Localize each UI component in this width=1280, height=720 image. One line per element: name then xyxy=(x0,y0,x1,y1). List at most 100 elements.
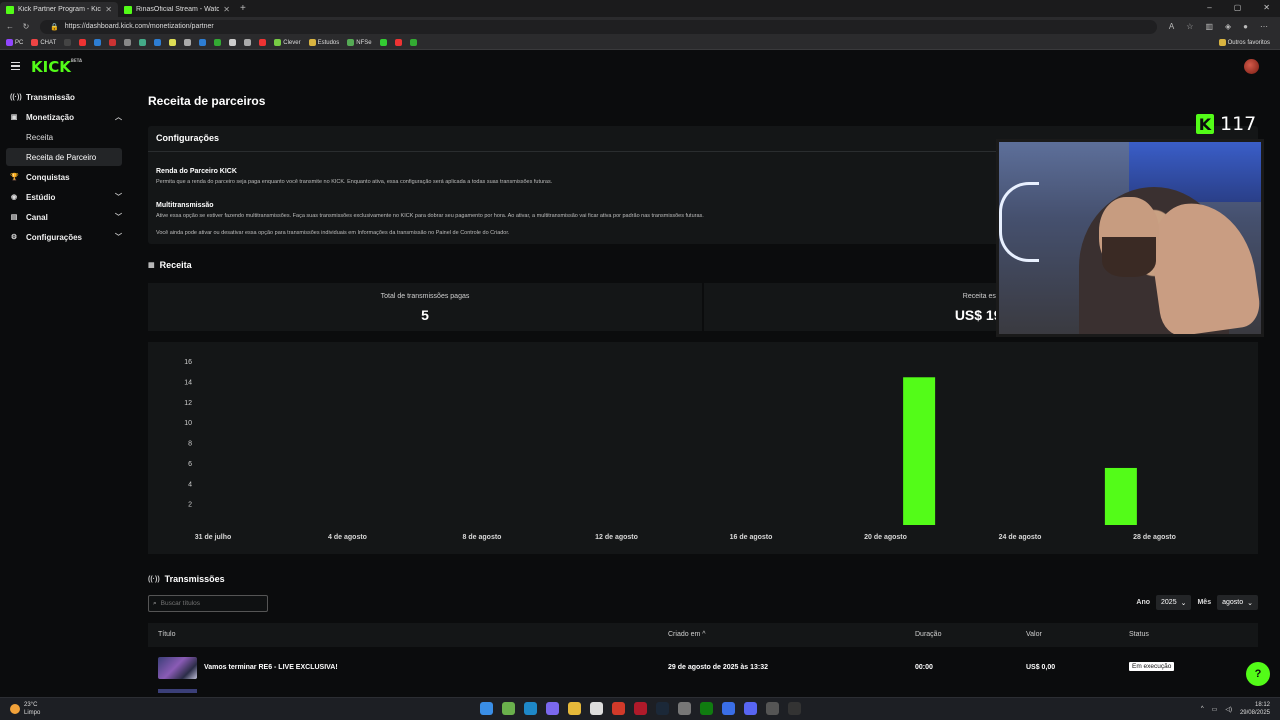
help-chat-button[interactable]: ? xyxy=(1246,662,1270,686)
bookmark-icon[interactable] xyxy=(109,39,117,46)
bookmark-icon[interactable] xyxy=(379,39,387,46)
bookmark-icon[interactable] xyxy=(124,39,132,46)
search-field[interactable] xyxy=(160,600,261,607)
bookmark-icon[interactable] xyxy=(154,39,162,46)
column-header-duration[interactable]: Duração xyxy=(915,631,941,638)
sidebar-item-label: Receita de Parceiro xyxy=(26,152,97,162)
bookmark-icon[interactable] xyxy=(214,39,222,46)
bookmark-icon[interactable] xyxy=(64,39,72,46)
x-tick-label: 20 de agosto xyxy=(864,534,907,541)
bookmark-icon[interactable] xyxy=(409,39,417,46)
bookmark-icon[interactable] xyxy=(139,39,147,46)
column-header-status[interactable]: Status xyxy=(1129,631,1149,638)
table-row[interactable]: Vamos terminar RE6 - LIVE EXCLUSIVA! 29 … xyxy=(148,652,1258,684)
bookmark-icon[interactable] xyxy=(199,39,207,46)
bookmark-item[interactable]: CHAT xyxy=(31,39,56,46)
year-select[interactable]: 2025 ⌄ xyxy=(1156,595,1192,610)
maximize-icon[interactable]: ▢ xyxy=(1234,3,1242,12)
viewer-count: 117 xyxy=(1220,113,1257,135)
chart-bar[interactable] xyxy=(1104,467,1137,525)
x-tick-label: 16 de agosto xyxy=(730,534,773,541)
steam-icon[interactable] xyxy=(656,702,669,715)
x-tick-label: 24 de agosto xyxy=(999,534,1042,541)
weather-condition: Limpo xyxy=(24,710,41,716)
clock[interactable]: 18:12 29/08/2025 xyxy=(1240,701,1270,717)
status-badge: Em execução xyxy=(1129,662,1175,671)
bookmark-icon[interactable] xyxy=(94,39,102,46)
volume-icon[interactable]: ◁) xyxy=(1225,706,1232,713)
sidebar-item-transmissao[interactable]: ((·)) Transmissão xyxy=(10,89,122,105)
hamburger-menu-icon[interactable] xyxy=(11,62,20,70)
sidebar-item-canal[interactable]: ▤ Canal ﹀ xyxy=(10,209,122,225)
read-aloud-icon[interactable]: A xyxy=(1169,22,1174,31)
bookmark-icon[interactable] xyxy=(259,39,267,46)
github-icon[interactable] xyxy=(678,702,691,715)
opera-icon[interactable] xyxy=(634,702,647,715)
close-tab-icon[interactable]: ✕ xyxy=(223,5,230,14)
bookmark-label: NFSe xyxy=(356,39,372,46)
widgets-icon[interactable] xyxy=(502,702,515,715)
favorite-star-icon[interactable]: ☆ xyxy=(1186,22,1193,31)
trophy-icon: 🏆 xyxy=(10,174,19,181)
sidebar-subitem-receita-de-parceiro[interactable]: Receita de Parceiro xyxy=(6,148,122,166)
column-header-title[interactable]: Título xyxy=(158,631,176,638)
sidebar-item-conquistas[interactable]: 🏆 Conquistas xyxy=(10,169,122,185)
bookmark-label: Outros favoritos xyxy=(1227,39,1270,46)
bookmark-item[interactable]: Clever xyxy=(274,39,301,46)
bookmark-icon[interactable] xyxy=(79,39,87,46)
app-icon[interactable] xyxy=(788,702,801,715)
bookmark-icon[interactable] xyxy=(244,39,252,46)
profile-icon[interactable]: ● xyxy=(1243,22,1248,31)
reload-icon[interactable]: ↻ xyxy=(20,22,32,31)
close-window-icon[interactable]: ✕ xyxy=(1263,3,1270,12)
kick-logo[interactable]: KICKBETA xyxy=(31,58,82,76)
app-icon[interactable] xyxy=(722,702,735,715)
extensions-icon[interactable]: ◈ xyxy=(1225,22,1231,31)
broadcast-icon: ((·)) xyxy=(10,93,22,101)
windows-start-icon[interactable] xyxy=(480,702,493,715)
address-bar-row: ← ↻ 🔒 https://dashboard.kick.com/monetiz… xyxy=(0,17,1280,36)
split-screen-icon[interactable]: ▥ xyxy=(1205,22,1213,31)
copilot-icon[interactable] xyxy=(546,702,559,715)
bookmark-item[interactable]: PC xyxy=(6,39,23,46)
bookmark-icon[interactable] xyxy=(169,39,177,46)
close-tab-icon[interactable]: ✕ xyxy=(105,5,112,14)
xbox-icon[interactable] xyxy=(700,702,713,715)
network-icon[interactable]: ▭ xyxy=(1212,706,1218,713)
column-header-value[interactable]: Valor xyxy=(1026,631,1042,638)
chevron-down-icon: ﹀ xyxy=(115,234,122,241)
sidebar-item-estudio[interactable]: ◉ Estúdio ﹀ xyxy=(10,189,122,205)
column-header-created[interactable]: Criado em ^ xyxy=(668,631,706,638)
edge-icon[interactable] xyxy=(524,702,537,715)
bookmark-icon[interactable] xyxy=(229,39,237,46)
bookmark-item[interactable]: Estudos xyxy=(308,39,339,46)
browser-tab[interactable]: RinasOficial Stream - Watch ✕ xyxy=(118,2,236,17)
chart-bar[interactable] xyxy=(903,377,936,525)
file-explorer-icon[interactable] xyxy=(568,702,581,715)
url-field[interactable]: 🔒 https://dashboard.kick.com/monetizatio… xyxy=(40,19,1157,34)
bookmark-icon[interactable] xyxy=(184,39,192,46)
bookmark-icon[interactable] xyxy=(394,39,402,46)
sidebar-subitem-receita[interactable]: Receita xyxy=(6,128,122,146)
menu-dots-icon[interactable]: ⋯ xyxy=(1260,22,1268,31)
bookmark-item[interactable]: NFSe xyxy=(347,39,372,46)
system-tray: ^ ▭ ◁) 18:12 29/08/2025 xyxy=(1201,701,1270,717)
column-label: Criado em xyxy=(668,631,701,638)
chevron-up-icon[interactable]: ^ xyxy=(1201,706,1204,712)
new-tab-icon[interactable]: + xyxy=(240,3,246,14)
brave-icon[interactable] xyxy=(612,702,625,715)
avatar[interactable] xyxy=(1244,59,1259,74)
other-bookmarks[interactable]: Outros favoritos xyxy=(1218,39,1270,46)
minimize-icon[interactable]: – xyxy=(1207,3,1211,12)
notepad-icon[interactable] xyxy=(590,702,603,715)
search-input[interactable]: ⌕ xyxy=(148,595,268,612)
weather-widget[interactable]: 23°C Limpo xyxy=(10,701,40,717)
sidebar-item-configuracoes[interactable]: ⚙ Configurações ﹀ xyxy=(10,229,122,245)
month-select[interactable]: agosto ⌄ xyxy=(1217,595,1258,610)
app-icon[interactable] xyxy=(766,702,779,715)
streams-section-header: ((·)) Transmissões xyxy=(148,574,225,584)
browser-tab-active[interactable]: Kick Partner Program - Kick Dash ✕ xyxy=(0,2,118,17)
sidebar-item-monetizacao[interactable]: ▣ Monetização ︿ xyxy=(10,109,122,125)
back-icon[interactable]: ← xyxy=(4,22,16,31)
discord-icon[interactable] xyxy=(744,702,757,715)
